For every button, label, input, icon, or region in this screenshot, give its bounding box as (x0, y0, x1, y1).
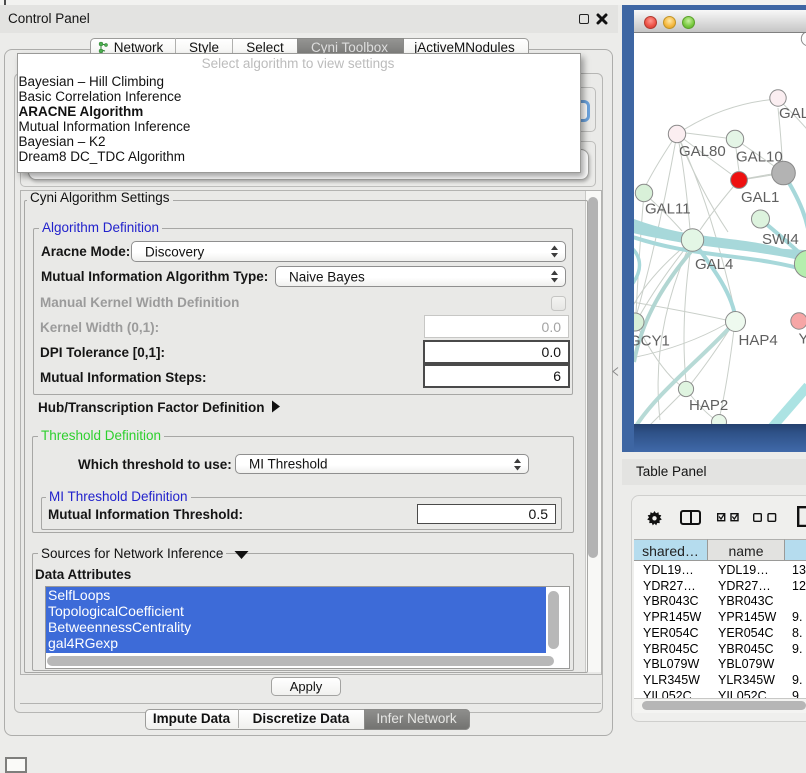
svg-text:HAP2: HAP2 (689, 397, 728, 414)
svg-text:SWI4: SWI4 (762, 231, 799, 248)
svg-text:GAL10: GAL10 (736, 149, 783, 166)
svg-text:GAL1: GAL1 (741, 189, 779, 206)
svg-text:HAP4: HAP4 (739, 332, 778, 349)
svg-text:GAL4: GAL4 (695, 256, 733, 273)
svg-text:GAL11: GAL11 (645, 201, 691, 218)
svg-text:GAL2: GAL2 (779, 105, 806, 122)
svg-text:Y: Y (799, 331, 806, 348)
svg-text:GAL80: GAL80 (679, 143, 726, 160)
svg-text:GCY1: GCY1 (634, 333, 670, 350)
